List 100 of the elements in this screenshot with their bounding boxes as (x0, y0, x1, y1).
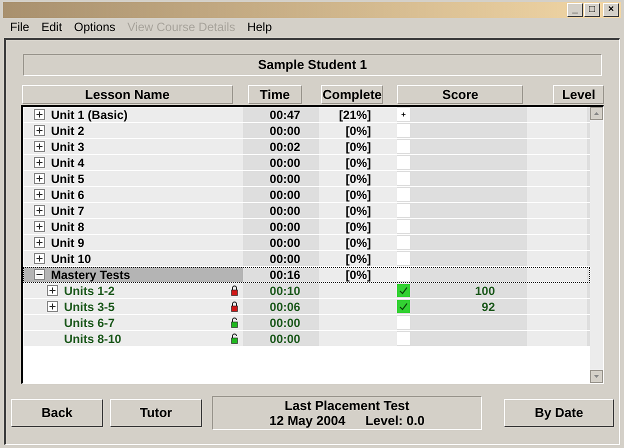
time-cell: 00:00 (243, 187, 319, 202)
lesson-name: Unit 6 (51, 186, 86, 204)
lesson-row[interactable]: Unit 2 00:00 [0%] (23, 123, 590, 139)
complete-cell: [0%] (319, 203, 397, 218)
placement-title: Last Placement Test (284, 398, 410, 413)
lesson-name: Unit 3 (51, 138, 86, 156)
lesson-name: Unit 2 (51, 122, 86, 140)
expand-icon[interactable] (34, 125, 45, 136)
lesson-row[interactable]: Unit 4 00:00 [0%] (23, 155, 590, 171)
maximize-button[interactable]: □ (584, 3, 600, 17)
column-header[interactable]: Level (553, 85, 604, 104)
level-cell (527, 251, 587, 266)
lesson-row[interactable]: Units 1-2 00:10 100 (23, 283, 590, 299)
complete-cell: [0%] (319, 219, 397, 234)
time-cell: 00:02 (243, 139, 319, 154)
time-cell: 00:00 (243, 155, 319, 170)
collapse-icon[interactable] (34, 269, 45, 280)
lesson-name: Unit 8 (51, 218, 86, 236)
lesson-name: Units 8-10 (64, 330, 122, 348)
lesson-name: Units 1-2 (64, 282, 116, 300)
action-button[interactable]: Back (11, 399, 103, 427)
level-cell (527, 235, 587, 250)
lesson-name: Units 6-7 (64, 314, 116, 332)
placement-date: 12 May 2004 (269, 413, 346, 428)
lesson-row[interactable]: Mastery Tests 00:16 [0%] (23, 267, 590, 283)
lesson-row[interactable]: Unit 3 00:02 [0%] (23, 139, 590, 155)
level-cell (527, 267, 587, 282)
lesson-name: Unit 1 (Basic) (51, 106, 129, 124)
score-value: 100 (474, 282, 495, 300)
lesson-row[interactable]: Unit 8 00:00 [0%] (23, 219, 590, 235)
expand-icon[interactable] (34, 237, 45, 248)
expand-icon[interactable] (34, 189, 45, 200)
level-cell (527, 187, 587, 202)
complete-cell: [0%] (319, 267, 397, 282)
student-name: Sample Student 1 (23, 54, 602, 76)
complete-cell: [0%] (319, 171, 397, 186)
lesson-row[interactable]: Unit 5 00:00 [0%] (23, 171, 590, 187)
lesson-row[interactable]: Unit 7 00:00 [0%] (23, 203, 590, 219)
time-cell: 00:00 (243, 203, 319, 218)
complete-cell: [0%] (319, 251, 397, 266)
expand-icon[interactable] (34, 109, 45, 120)
close-button[interactable]: × (603, 3, 619, 17)
level-cell (527, 155, 587, 170)
placement-level: Level: 0.0 (365, 413, 425, 428)
lesson-name: Unit 4 (51, 154, 86, 172)
expand-icon[interactable] (47, 301, 58, 312)
column-header[interactable]: Lesson Name (22, 85, 233, 104)
time-cell: 00:00 (243, 219, 319, 234)
complete-cell: [0%] (319, 235, 397, 250)
time-cell: 00:00 (243, 331, 319, 346)
time-cell: 00:00 (243, 171, 319, 186)
expand-icon[interactable] (47, 285, 58, 296)
time-cell: 00:16 (243, 267, 319, 282)
level-cell (527, 107, 587, 122)
time-cell: 00:10 (243, 283, 319, 298)
expand-icon[interactable] (34, 253, 45, 264)
lesson-name: Unit 10 (51, 250, 92, 268)
expand-icon[interactable] (34, 205, 45, 216)
expand-icon[interactable] (34, 221, 45, 232)
lesson-row[interactable]: Unit 6 00:00 [0%] (23, 187, 590, 203)
minimize-button[interactable]: _ (567, 3, 583, 17)
level-cell (527, 283, 587, 298)
lesson-name: Units 3-5 (64, 298, 116, 316)
complete-cell: [0%] (319, 187, 397, 202)
complete-cell: [0%] (319, 123, 397, 138)
level-cell (527, 139, 587, 154)
time-cell: 00:00 (243, 235, 319, 250)
lesson-row[interactable]: Units 6-7 00:00 (23, 315, 590, 331)
lesson-row[interactable]: Unit 10 00:00 [0%] (23, 251, 590, 267)
level-cell (527, 219, 587, 234)
expand-icon[interactable] (34, 141, 45, 152)
lesson-name: Mastery Tests (51, 266, 132, 284)
time-cell: 00:00 (243, 315, 319, 330)
lesson-name: Unit 5 (51, 170, 86, 188)
level-cell (527, 171, 587, 186)
expand-icon[interactable] (34, 173, 45, 184)
time-cell: 00:47 (243, 107, 319, 122)
column-header[interactable]: Time (248, 85, 302, 104)
column-header[interactable]: Complete (321, 85, 384, 104)
lesson-row[interactable]: Unit 1 (Basic) 00:47 [21%] (23, 107, 590, 123)
complete-cell: [0%] (319, 155, 397, 170)
menu-item[interactable]: File (4, 18, 36, 36)
complete-cell: [21%] (319, 107, 397, 122)
level-cell (527, 315, 587, 330)
time-cell: 00:06 (243, 299, 319, 314)
lesson-row[interactable]: Units 3-5 00:06 92 (23, 299, 590, 315)
time-cell: 00:00 (243, 251, 319, 266)
menu-item[interactable]: Help (241, 18, 278, 36)
complete-cell: [0%] (319, 139, 397, 154)
level-cell (527, 299, 587, 314)
menu-item[interactable]: Edit (35, 18, 68, 36)
level-cell (527, 203, 587, 218)
menu-item[interactable]: Options (68, 18, 122, 36)
level-cell (527, 123, 587, 138)
action-button[interactable]: By Date (504, 399, 614, 427)
action-button[interactable]: Tutor (110, 399, 202, 427)
column-header[interactable]: Score (397, 85, 524, 104)
lesson-row[interactable]: Unit 9 00:00 [0%] (23, 235, 590, 251)
lesson-row[interactable]: Units 8-10 00:00 (23, 331, 590, 347)
expand-icon[interactable] (34, 157, 45, 168)
